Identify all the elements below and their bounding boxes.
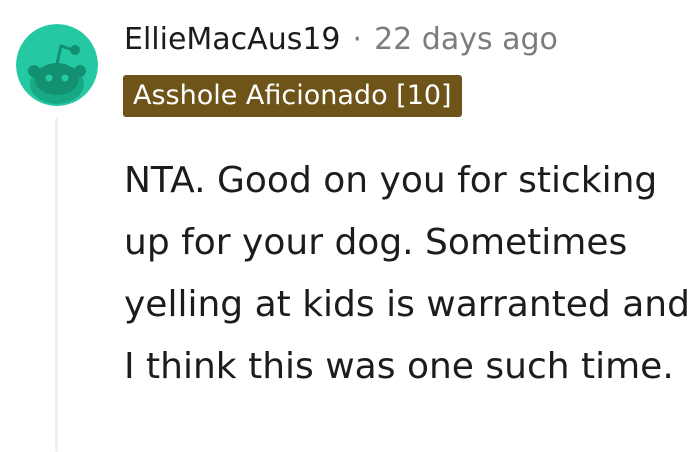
thread-line[interactable]: [55, 118, 58, 452]
username-link[interactable]: EllieMacAus19: [124, 22, 341, 57]
comment-body: NTA. Good on you for sticking up for you…: [124, 150, 696, 398]
timestamp-link[interactable]: 22 days ago: [374, 22, 558, 57]
snoo-avatar-icon: [16, 24, 98, 106]
comment-text: NTA. Good on you for sticking up for you…: [124, 160, 690, 387]
user-flair: Asshole Aficionado [10]: [123, 75, 462, 117]
separator-dot: ·: [352, 21, 363, 57]
comment-meta: EllieMacAus19 · 22 days ago: [124, 18, 558, 60]
user-avatar[interactable]: [16, 24, 98, 106]
comment: EllieMacAus19 · 22 days ago Asshole Afic…: [0, 0, 700, 452]
